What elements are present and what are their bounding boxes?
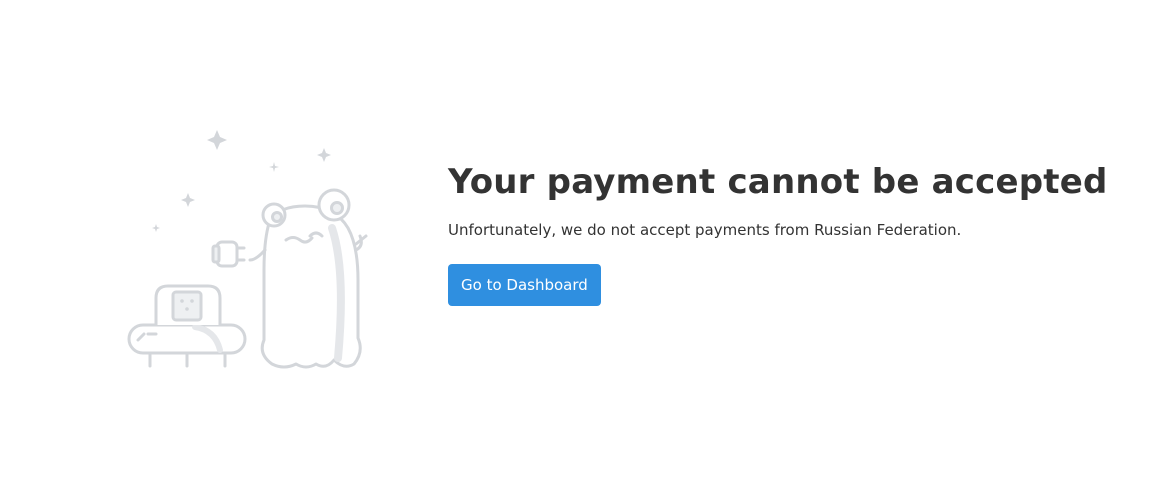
page-title: Your payment cannot be accepted — [448, 162, 1108, 202]
error-page: Your payment cannot be accepted Unfortun… — [0, 0, 1155, 496]
error-message: Unfortunately, we do not accept payments… — [448, 221, 962, 239]
error-content: Your payment cannot be accepted Unfortun… — [448, 160, 1128, 306]
alien-ufo-icon — [127, 130, 368, 369]
go-to-dashboard-button[interactable]: Go to Dashboard — [448, 264, 601, 306]
alien-ufo-illustration — [120, 120, 380, 380]
